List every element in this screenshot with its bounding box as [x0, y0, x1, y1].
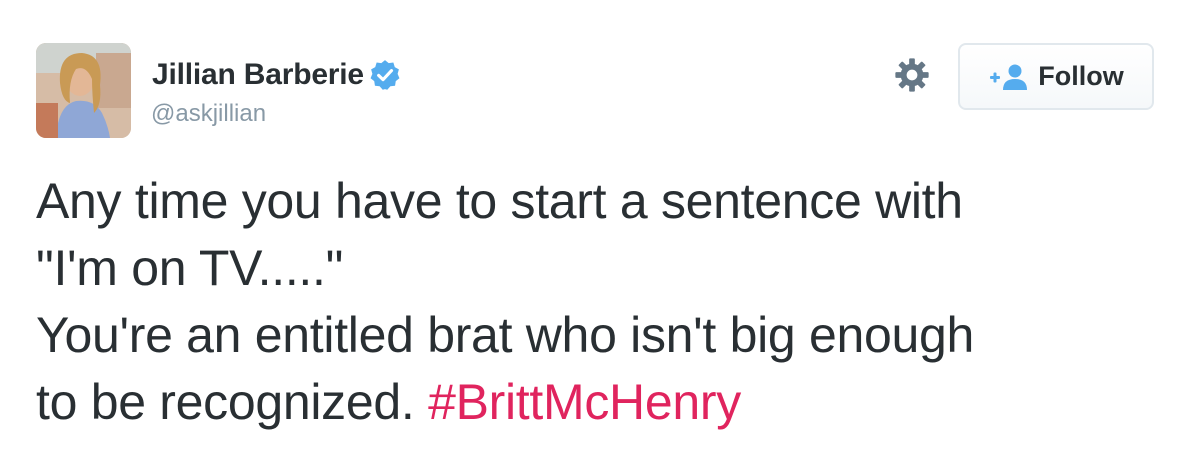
- gear-icon[interactable]: [893, 56, 931, 94]
- avatar[interactable]: [36, 43, 131, 138]
- follow-label: Follow: [1038, 61, 1124, 91]
- tweet-text: Any time you have to start a sentence wi…: [36, 168, 1156, 436]
- tweet-line: Any time you have to start a sentence wi…: [36, 173, 963, 229]
- tweet-card: Jillian Barberie @askjillian Follow Any …: [0, 0, 1192, 456]
- profile-photo-icon: [36, 43, 131, 138]
- tweet-line: "I'm on TV.....": [36, 240, 344, 296]
- hashtag-link[interactable]: #BrittMcHenry: [428, 374, 741, 430]
- verified-badge-icon: [370, 60, 400, 90]
- tweet-line: You're an entitled brat who isn't big en…: [36, 307, 975, 363]
- follow-button[interactable]: Follow: [958, 43, 1154, 110]
- tweet-line-last: to be recognized. #BrittMcHenry: [36, 369, 1156, 436]
- name-row: Jillian Barberie: [152, 57, 402, 93]
- display-name[interactable]: Jillian Barberie: [152, 58, 364, 92]
- user-handle[interactable]: @askjillian: [151, 100, 266, 128]
- add-user-icon: [990, 64, 1028, 90]
- tweet-line-text: to be recognized.: [36, 374, 429, 430]
